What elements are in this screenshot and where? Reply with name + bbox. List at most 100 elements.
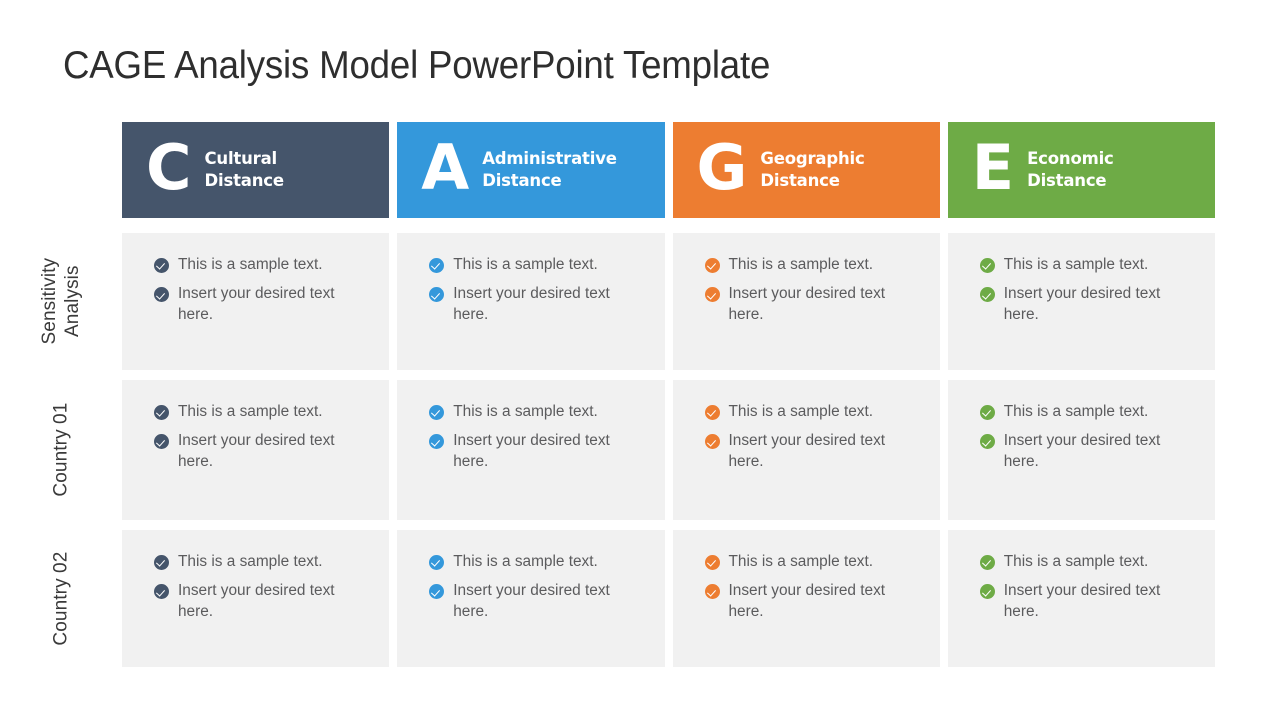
check-circle-icon — [704, 434, 720, 450]
cell-sensitivity-economic[interactable]: This is a sample text. Insert your desir… — [947, 233, 1215, 370]
column-title-line2: Distance — [204, 171, 285, 190]
list-item-text: Insert your desired text here. — [453, 285, 610, 323]
list-item-text: This is a sample text. — [178, 403, 323, 420]
list-item: This is a sample text. — [979, 255, 1197, 275]
check-circle-icon — [979, 555, 995, 570]
cell-country02-economic[interactable]: This is a sample text. Insert your desir… — [947, 530, 1215, 667]
list-item: Insert your desired text here. — [154, 284, 371, 325]
check-circle-icon — [154, 405, 169, 420]
row-label-line2: Analysis — [61, 265, 83, 338]
column-title-line1: Geographic — [760, 149, 865, 169]
list-item: Insert your desired text here. — [704, 581, 922, 622]
check-circle-icon — [154, 584, 169, 600]
column-title-line2: Distance — [760, 171, 840, 190]
list-item-text: This is a sample text. — [728, 553, 874, 570]
check-circle-icon — [704, 258, 720, 273]
check-circle-icon — [429, 405, 445, 420]
cell-country02-administrative[interactable]: This is a sample text. Insert your desir… — [397, 530, 665, 667]
check-circle-icon — [429, 258, 445, 273]
check-circle-icon — [429, 555, 445, 570]
check-circle-icon — [429, 434, 445, 450]
column-header-administrative[interactable]: A Administrative Distance — [397, 122, 665, 218]
cell-country02-geographic[interactable]: This is a sample text. Insert your desir… — [672, 530, 940, 667]
cell-sensitivity-cultural[interactable]: This is a sample text. Insert your desir… — [122, 233, 390, 370]
row-label-line1: Country 01 — [50, 403, 72, 497]
column-title-economic: Economic Distance — [1027, 148, 1114, 192]
slide-canvas: CAGE Analysis Model PowerPoint Template … — [0, 0, 1280, 720]
cell-sensitivity-geographic[interactable]: This is a sample text. Insert your desir… — [672, 233, 940, 370]
check-circle-icon — [979, 258, 995, 273]
list-item-text: Insert your desired text here. — [178, 285, 335, 323]
list-item: This is a sample text. — [154, 402, 371, 422]
list-item-text: This is a sample text. — [728, 256, 874, 273]
cell-country01-cultural[interactable]: This is a sample text. Insert your desir… — [122, 380, 390, 520]
cell-country02-cultural[interactable]: This is a sample text. Insert your desir… — [122, 530, 390, 667]
column-letter-a: A — [421, 130, 469, 204]
list-item-text: Insert your desired text here. — [728, 285, 886, 323]
list-item-text: Insert your desired text here. — [1003, 285, 1161, 323]
column-header-geographic[interactable]: G Geographic Distance — [672, 122, 940, 218]
cell-country01-economic[interactable]: This is a sample text. Insert your desir… — [947, 380, 1215, 520]
list-item-text: Insert your desired text here. — [728, 582, 886, 620]
row-label-country-02: Country 02 — [0, 530, 122, 667]
column-title-line1: Administrative — [482, 149, 617, 169]
check-circle-icon — [154, 434, 169, 450]
cell-country01-geographic[interactable]: This is a sample text. Insert your desir… — [672, 380, 940, 520]
list-item: Insert your desired text here. — [704, 431, 922, 472]
list-item: This is a sample text. — [429, 255, 646, 275]
row-label-column: Sensitivity Analysis Country 01 Country … — [0, 0, 122, 720]
column-title-cultural: Cultural Distance — [204, 148, 285, 192]
check-circle-icon — [704, 584, 720, 600]
column-letter-e: E — [971, 130, 1014, 204]
check-circle-icon — [979, 405, 995, 420]
list-item: This is a sample text. — [429, 402, 646, 422]
check-circle-icon — [154, 258, 169, 273]
check-circle-icon — [704, 287, 720, 303]
row-label-line1: Country 02 — [50, 551, 72, 646]
list-item: This is a sample text. — [704, 402, 922, 422]
check-circle-icon — [979, 287, 995, 303]
list-item-text: This is a sample text. — [453, 553, 598, 570]
column-header-cultural[interactable]: C Cultural Distance — [122, 122, 390, 218]
list-item: This is a sample text. — [704, 552, 922, 572]
list-item: Insert your desired text here. — [979, 284, 1197, 325]
list-item-text: This is a sample text. — [453, 403, 598, 420]
cell-sensitivity-administrative[interactable]: This is a sample text. Insert your desir… — [397, 233, 665, 370]
row-label-line1: Sensitivity — [38, 258, 60, 345]
list-item: Insert your desired text here. — [154, 581, 371, 622]
list-item: Insert your desired text here. — [429, 431, 646, 472]
check-circle-icon — [704, 555, 720, 570]
list-item-text: This is a sample text. — [453, 256, 598, 273]
check-circle-icon — [154, 555, 169, 570]
list-item-text: Insert your desired text here. — [453, 582, 610, 620]
row-label-country-01: Country 01 — [0, 380, 122, 520]
list-item: This is a sample text. — [979, 402, 1197, 422]
list-item: Insert your desired text here. — [979, 581, 1197, 622]
check-circle-icon — [979, 434, 995, 450]
list-item-text: Insert your desired text here. — [728, 432, 886, 470]
column-title-geographic: Geographic Distance — [760, 148, 864, 192]
matrix-body: This is a sample text. Insert your desir… — [122, 233, 1215, 667]
column-title-line1: Economic — [1027, 149, 1114, 169]
check-circle-icon — [429, 287, 445, 303]
page-title: CAGE Analysis Model PowerPoint Template — [63, 44, 771, 87]
column-header-economic[interactable]: E Economic Distance — [947, 122, 1215, 218]
cell-country01-administrative[interactable]: This is a sample text. Insert your desir… — [397, 380, 665, 520]
list-item: Insert your desired text here. — [429, 284, 646, 325]
column-letter-c: C — [146, 130, 192, 204]
list-item: This is a sample text. — [429, 552, 646, 572]
column-title-administrative: Administrative Distance — [482, 148, 617, 192]
column-letter-g: G — [696, 130, 748, 204]
list-item-text: Insert your desired text here. — [453, 432, 610, 470]
list-item-text: Insert your desired text here. — [1003, 582, 1161, 620]
column-title-line1: Cultural — [204, 149, 278, 169]
list-item-text: Insert your desired text here. — [178, 582, 335, 620]
list-item-text: Insert your desired text here. — [178, 432, 335, 470]
list-item-text: This is a sample text. — [1003, 553, 1149, 570]
list-item-text: Insert your desired text here. — [1003, 432, 1161, 470]
column-title-line2: Distance — [1027, 171, 1107, 190]
list-item-text: This is a sample text. — [1003, 403, 1149, 420]
list-item: This is a sample text. — [154, 255, 371, 275]
list-item: Insert your desired text here. — [429, 581, 646, 622]
check-circle-icon — [704, 405, 720, 420]
